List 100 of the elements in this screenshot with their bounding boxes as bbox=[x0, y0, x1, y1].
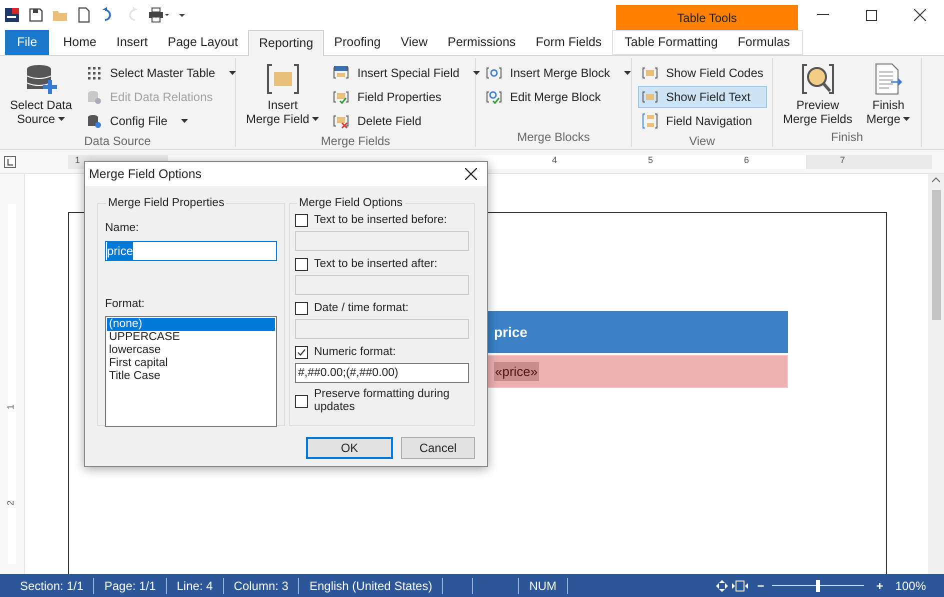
database-gear-icon bbox=[86, 113, 102, 129]
ribbon-large-button[interactable]: Insert Merge Field bbox=[242, 60, 324, 132]
dialog-button[interactable]: OK bbox=[306, 437, 393, 459]
merge-field[interactable]: «price» bbox=[494, 362, 539, 382]
caret-icon bbox=[473, 71, 480, 75]
zoom-slider[interactable] bbox=[772, 580, 864, 592]
ribbon-tab[interactable]: Formulas bbox=[728, 30, 803, 55]
merge-field-icon bbox=[266, 62, 300, 96]
checkbox-label: Preserve formatting during updates bbox=[314, 388, 451, 414]
magnifier-preview-icon bbox=[800, 62, 835, 96]
blank-page-icon[interactable] bbox=[76, 7, 92, 23]
ribbon-small-button[interactable]: Show Field Text bbox=[638, 86, 768, 108]
ribbon-small-button[interactable]: Edit Merge Block bbox=[482, 86, 636, 108]
checkbox-label: Date / time format: bbox=[314, 301, 409, 316]
ruler-number: 6 bbox=[744, 154, 750, 164]
checkbox[interactable] bbox=[295, 302, 308, 316]
checkbox[interactable] bbox=[295, 258, 308, 272]
status-item: Page: 1/1 bbox=[94, 578, 167, 594]
format-list[interactable]: (none) UPPERCASE lowercase First capital Title Case bbox=[105, 316, 277, 427]
ribbon-group-label: Merge Fields bbox=[320, 133, 390, 150]
ribbon-large-button[interactable]: Select Data Source bbox=[6, 60, 76, 132]
checkbox-label: Text to be inserted after: bbox=[314, 257, 438, 272]
caret-icon bbox=[181, 119, 188, 123]
ribbon-small-button[interactable]: Show Field Codes bbox=[638, 62, 768, 84]
field-check-icon bbox=[333, 89, 350, 105]
ruler-number: 7 bbox=[840, 154, 846, 164]
zoom-level: 100% bbox=[895, 578, 926, 594]
print-icon[interactable] bbox=[148, 7, 170, 23]
maximize-icon[interactable] bbox=[866, 10, 876, 20]
list-item[interactable]: lowercase bbox=[107, 344, 275, 357]
ruler-number: 5 bbox=[648, 154, 654, 164]
list-item[interactable]: (none) bbox=[107, 318, 275, 331]
ribbon-tab[interactable]: Form Fields bbox=[526, 30, 612, 55]
ribbon-tab[interactable]: Home bbox=[53, 30, 106, 55]
status-item: Line: 4 bbox=[166, 578, 224, 594]
tab-stop-icon[interactable] bbox=[4, 156, 16, 168]
ribbon-tab[interactable]: Reporting bbox=[248, 30, 324, 56]
caret-icon bbox=[624, 71, 632, 75]
ribbon-tab[interactable]: View bbox=[390, 30, 438, 55]
database-icon bbox=[86, 89, 102, 105]
caret-icon bbox=[312, 117, 320, 121]
save-icon[interactable] bbox=[28, 7, 44, 23]
field-code-icon bbox=[642, 89, 658, 105]
ruler-number: 1 bbox=[75, 154, 80, 164]
field-label: Name: bbox=[105, 221, 140, 236]
close-icon[interactable] bbox=[465, 168, 477, 180]
status-item: Section: 1/1 bbox=[0, 578, 94, 594]
scroll-up-icon[interactable] bbox=[932, 176, 940, 184]
dot-grid-icon bbox=[86, 65, 102, 81]
ribbon-small-button[interactable]: Select Master Table bbox=[82, 62, 240, 84]
zoom-in-button[interactable]: + bbox=[876, 576, 884, 594]
ruler-number: 4 bbox=[552, 154, 558, 164]
status-item: English (United States) bbox=[299, 578, 444, 594]
ribbon-tab[interactable]: Table Formatting bbox=[612, 30, 728, 55]
ribbon-tab[interactable]: Proofing bbox=[324, 30, 391, 55]
group-title: Merge Field Properties bbox=[107, 196, 226, 211]
list-item[interactable]: UPPERCASE bbox=[107, 330, 275, 344]
ribbon-tab[interactable]: Permissions bbox=[438, 30, 526, 55]
caret-icon bbox=[229, 71, 236, 75]
vertical-scrollbar[interactable] bbox=[928, 174, 944, 574]
merge-block-icon bbox=[486, 65, 502, 81]
fit-view-icon[interactable] bbox=[715, 578, 750, 592]
ribbon-tab[interactable]: Insert bbox=[106, 30, 158, 55]
name-field[interactable]: price bbox=[105, 240, 277, 260]
ribbon-group-label: Merge Blocks bbox=[517, 129, 590, 146]
field-navigation-icon bbox=[642, 113, 658, 129]
ribbon-group-label: Data Source bbox=[84, 133, 151, 150]
list-item[interactable]: First capital bbox=[107, 356, 275, 370]
dialog-button[interactable]: Cancel bbox=[401, 437, 475, 459]
ruler-number: 2 bbox=[6, 500, 16, 506]
ribbon-small-button[interactable]: Field Properties bbox=[329, 86, 484, 108]
caret-icon bbox=[58, 117, 66, 121]
ribbon-small-button[interactable]: Field Navigation bbox=[638, 110, 768, 132]
scrollbar-thumb[interactable] bbox=[932, 190, 940, 320]
ribbon-tab[interactable]: Page Layout bbox=[158, 30, 248, 55]
zoom-out-button[interactable]: − bbox=[757, 576, 764, 594]
minimize-icon[interactable] bbox=[816, 14, 828, 16]
status-item: Column: 3 bbox=[224, 578, 300, 594]
group-title: Merge Field Options bbox=[298, 196, 404, 211]
contextual-tab-header: Table Tools bbox=[616, 5, 798, 30]
ribbon-group-label: Finish bbox=[830, 129, 863, 146]
checkbox[interactable] bbox=[295, 346, 308, 360]
ribbon-large-button[interactable]: Preview Merge Fields bbox=[779, 60, 856, 128]
table-header-cell-text: price bbox=[493, 322, 528, 342]
ribbon-small-button[interactable]: Delete Field bbox=[329, 110, 484, 132]
text-field[interactable]: #,##0.00;(#,##0.00) bbox=[295, 363, 469, 384]
ribbon-tab[interactable]: File bbox=[5, 30, 50, 55]
special-field-icon bbox=[333, 65, 350, 81]
ribbon-small-button[interactable]: Insert Special Field bbox=[329, 62, 484, 84]
field-code-icon bbox=[642, 65, 658, 81]
list-item[interactable]: Title Case bbox=[107, 370, 275, 383]
close-icon[interactable] bbox=[914, 9, 926, 21]
status-indicator: NUM bbox=[519, 578, 568, 594]
ribbon-small-button[interactable]: Insert Merge Block bbox=[482, 62, 636, 84]
checkbox[interactable] bbox=[295, 394, 308, 408]
zoom-slider-thumb[interactable] bbox=[816, 580, 820, 592]
checkbox[interactable] bbox=[295, 214, 308, 228]
ribbon-small-button[interactable]: Config File bbox=[82, 110, 240, 132]
ribbon-large-button[interactable]: Finish Merge bbox=[862, 60, 914, 128]
merge-block-check-icon bbox=[486, 89, 502, 105]
